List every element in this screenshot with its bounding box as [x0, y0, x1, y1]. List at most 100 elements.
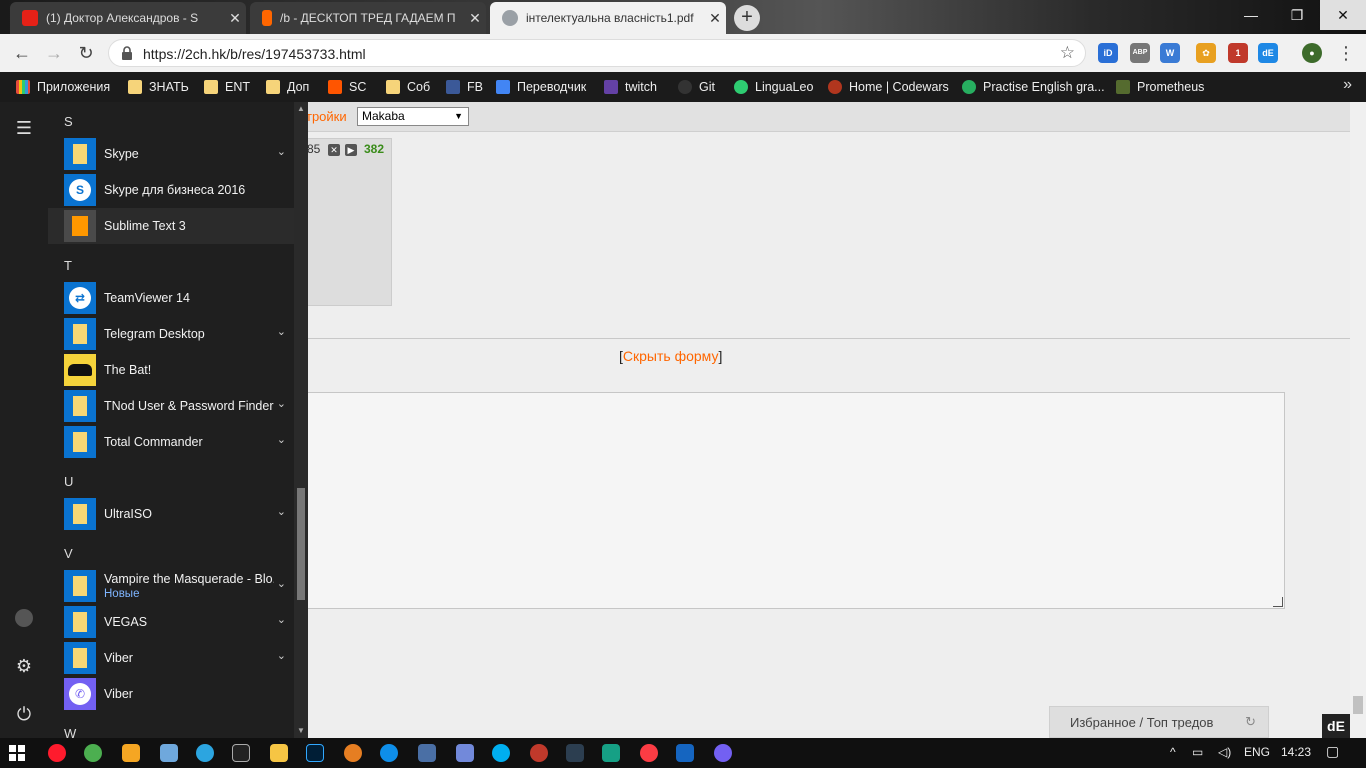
close-tab-icon[interactable]: ✕: [464, 10, 486, 27]
user-avatar-icon[interactable]: [12, 606, 36, 630]
notifications-icon[interactable]: ▢: [1326, 743, 1339, 760]
volume-icon[interactable]: ◁): [1218, 745, 1231, 759]
bookmark-lingualeo[interactable]: LinguaLeo: [734, 78, 813, 96]
power-icon[interactable]: ⏻: [12, 702, 36, 726]
cube-icon[interactable]: [160, 744, 178, 762]
maximize-button[interactable]: ❐: [1274, 0, 1320, 30]
play-icon[interactable]: ▶: [345, 144, 357, 156]
settings-link[interactable]: тройки: [306, 109, 347, 124]
chevron-down-icon[interactable]: ⌄: [277, 433, 286, 446]
telegram-icon[interactable]: [196, 744, 214, 762]
chevron-down-icon[interactable]: ⌄: [277, 649, 286, 662]
app-skype[interactable]: Skype ⌄: [48, 136, 294, 172]
dictionary-icon[interactable]: dE: [1258, 43, 1278, 63]
bookmark-folder[interactable]: Соб: [386, 78, 430, 96]
chevron-down-icon[interactable]: ⌄: [277, 145, 286, 158]
app-total-commander[interactable]: Total Commander ⌄: [48, 424, 294, 460]
favorites-link[interactable]: Избранное: [1070, 715, 1136, 730]
close-tab-icon[interactable]: ✕: [704, 10, 726, 27]
new-tab-button[interactable]: +: [734, 5, 760, 31]
comment-textarea[interactable]: [306, 392, 1285, 609]
bookmark-facebook[interactable]: FB: [446, 78, 483, 96]
chrome-menu-icon[interactable]: ⋮: [1334, 41, 1358, 65]
top-threads-link[interactable]: Топ тредов: [1147, 715, 1214, 730]
forward-arrow-icon[interactable]: →: [42, 41, 66, 65]
profile-avatar[interactable]: ●: [1302, 43, 1322, 63]
hide-form-link[interactable]: Скрыть форму: [623, 348, 719, 364]
music-icon[interactable]: [640, 744, 658, 762]
app-teamviewer[interactable]: ⇄ TeamViewer 14: [48, 280, 294, 316]
chevron-down-icon[interactable]: ⌄: [277, 577, 286, 590]
bookmark-github[interactable]: Git: [678, 78, 715, 96]
bookmark-star-icon[interactable]: ☆: [1060, 43, 1075, 63]
app-icon[interactable]: [122, 744, 140, 762]
bookmark-english[interactable]: Practise English gra...: [962, 78, 1105, 96]
bookmark-translate[interactable]: Переводчик: [496, 78, 586, 96]
discord-icon[interactable]: [456, 744, 474, 762]
network-tray-icon[interactable]: ▭: [1192, 745, 1203, 759]
scrollbar-thumb[interactable]: [1353, 696, 1363, 714]
bookmark-folder[interactable]: ЗНАТЬ: [128, 78, 189, 96]
app-vampire[interactable]: Vampire the Masquerade - Blo... Новые ⌄: [48, 568, 294, 604]
chrome-icon[interactable]: [84, 744, 102, 762]
more-bookmarks-icon[interactable]: »: [1343, 76, 1352, 94]
bookmark-soundcloud[interactable]: SC: [328, 78, 366, 96]
network-icon[interactable]: [418, 744, 436, 762]
windows-start-icon[interactable]: [9, 745, 25, 761]
save-icon[interactable]: [676, 744, 694, 762]
bookmark-apps[interactable]: Приложения: [16, 78, 110, 96]
chevron-down-icon[interactable]: ⌄: [277, 505, 286, 518]
app-sublime[interactable]: Sublime Text 3: [48, 208, 294, 244]
extension-icon[interactable]: iD: [1098, 43, 1118, 63]
app-vegas[interactable]: VEGAS ⌄: [48, 604, 294, 640]
skype-taskbar-icon[interactable]: [492, 744, 510, 762]
hamburger-menu-icon[interactable]: ☰: [12, 116, 36, 140]
app-viber[interactable]: ✆ Viber: [48, 676, 294, 712]
tool-icon[interactable]: [270, 744, 288, 762]
tab-2ch[interactable]: /b - ДЕСКТОП ТРЕД ГАДАЕМ П ✕: [250, 2, 486, 34]
badge-icon[interactable]: 1: [1228, 43, 1248, 63]
settings-gear-icon[interactable]: ⚙: [12, 654, 36, 678]
chevron-down-icon[interactable]: ⌄: [277, 325, 286, 338]
intellij-icon[interactable]: [232, 744, 250, 762]
teamviewer-taskbar-icon[interactable]: [380, 744, 398, 762]
viber-taskbar-icon[interactable]: [714, 744, 732, 762]
wireshark-icon[interactable]: [566, 744, 584, 762]
letter-header-u[interactable]: U: [64, 474, 73, 489]
eye-icon[interactable]: [530, 744, 548, 762]
bookmark-folder[interactable]: Доп: [266, 78, 309, 96]
style-select[interactable]: Makaba ▼: [357, 107, 469, 126]
scrollbar-thumb[interactable]: [297, 488, 305, 600]
bookmark-codewars[interactable]: Home | Codewars: [828, 78, 949, 96]
back-arrow-icon[interactable]: ←: [10, 41, 34, 65]
media-player-icon[interactable]: [344, 744, 362, 762]
tab-youtube[interactable]: (1) Доктор Александров - S ✕: [10, 2, 246, 34]
app-skype-business[interactable]: S Skype для бизнеса 2016: [48, 172, 294, 208]
photoshop-icon[interactable]: [306, 744, 324, 762]
adblock-icon[interactable]: ABP: [1130, 43, 1150, 63]
opera-icon[interactable]: [48, 744, 66, 762]
bookmark-prometheus[interactable]: Prometheus: [1116, 78, 1204, 96]
shield-icon[interactable]: W: [1160, 43, 1180, 63]
chevron-down-icon[interactable]: ⌄: [277, 613, 286, 626]
flower-icon[interactable]: ✿: [1196, 43, 1216, 63]
close-window-button[interactable]: ✕: [1320, 0, 1366, 30]
tab-pdf[interactable]: інтелектуальна власність1.pdf ✕: [490, 2, 726, 34]
chevron-down-icon[interactable]: ⌄: [277, 397, 286, 410]
resize-handle[interactable]: [1273, 597, 1283, 607]
reload-icon[interactable]: ↻: [74, 41, 98, 65]
scroll-down-icon[interactable]: ▼: [297, 726, 305, 735]
app-tnod[interactable]: TNod User & Password Finder ⌄: [48, 388, 294, 424]
chevron-up-icon[interactable]: ^: [1170, 745, 1176, 759]
minimize-button[interactable]: —: [1228, 0, 1274, 30]
app-ultraiso[interactable]: UltraISO ⌄: [48, 496, 294, 532]
close-tab-icon[interactable]: ✕: [224, 10, 246, 27]
scroll-up-icon[interactable]: ▲: [297, 104, 305, 113]
letter-header-v[interactable]: V: [64, 546, 73, 561]
app-grid-icon[interactable]: [602, 744, 620, 762]
address-bar[interactable]: https://2ch.hk/b/res/197453733.html ☆: [108, 39, 1086, 67]
close-post-icon[interactable]: ✕: [328, 144, 340, 156]
letter-header-t[interactable]: T: [64, 258, 72, 273]
language-indicator[interactable]: ENG: [1244, 745, 1270, 759]
app-the-bat[interactable]: The Bat!: [48, 352, 294, 388]
